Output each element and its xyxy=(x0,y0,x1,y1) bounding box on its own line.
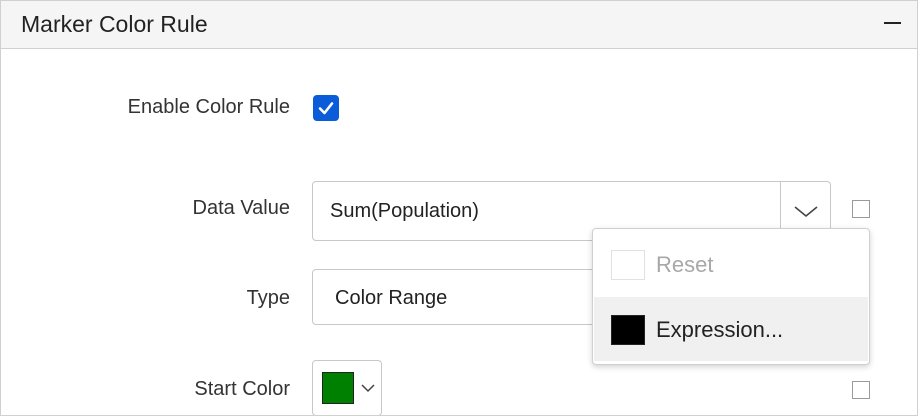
start-color-property-marker[interactable] xyxy=(852,381,870,399)
expression-swatch xyxy=(611,315,645,345)
checkmark-icon xyxy=(318,102,334,115)
chevron-down-icon xyxy=(361,384,375,393)
color-swatch xyxy=(322,372,354,404)
panel-header[interactable]: Marker Color Rule xyxy=(1,1,917,49)
property-context-menu: Reset Expression... xyxy=(592,228,870,365)
menu-item-reset[interactable]: Reset xyxy=(594,237,868,293)
start-color-label: Start Color xyxy=(194,378,290,400)
panel-title: Marker Color Rule xyxy=(21,11,208,37)
marker-color-rule-panel: Marker Color Rule Enable Color Rule Data… xyxy=(0,0,918,416)
enable-color-rule-checkbox[interactable] xyxy=(313,95,339,121)
collapse-icon[interactable] xyxy=(881,11,903,35)
data-value-property-marker[interactable] xyxy=(852,200,870,218)
reset-swatch xyxy=(611,250,645,280)
enable-color-rule-label: Enable Color Rule xyxy=(127,96,290,118)
type-dropdown[interactable]: Color Range xyxy=(312,269,612,325)
type-selected: Color Range xyxy=(335,287,448,309)
type-label: Type xyxy=(246,287,290,309)
menu-item-expression[interactable]: Expression... xyxy=(594,297,868,361)
start-color-picker[interactable] xyxy=(312,360,382,415)
chevron-down-icon[interactable] xyxy=(793,202,819,220)
data-value-label: Data Value xyxy=(192,197,290,219)
data-value-selected: Sum(Population) xyxy=(330,200,479,222)
